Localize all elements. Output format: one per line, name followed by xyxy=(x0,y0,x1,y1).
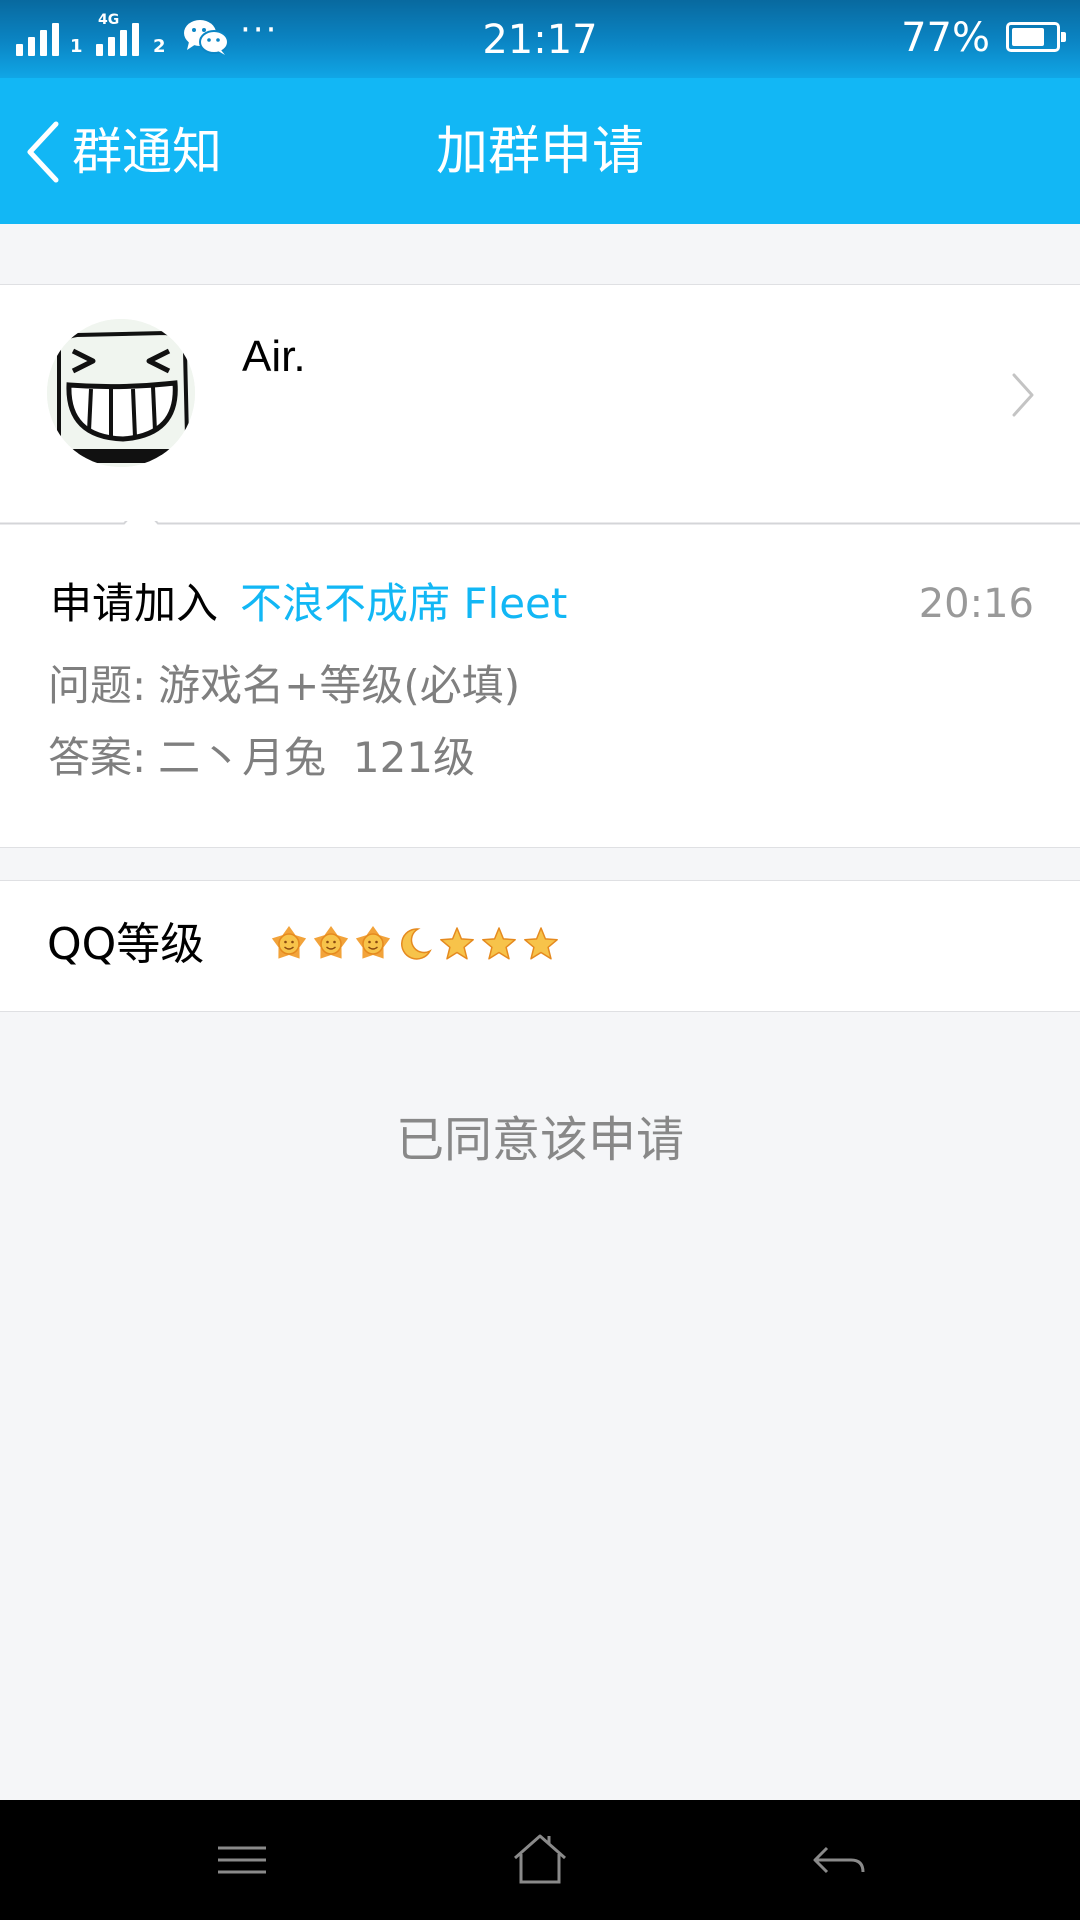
page-title: 加群申请 xyxy=(435,122,644,182)
moon-icon xyxy=(401,928,432,960)
star-icon xyxy=(440,927,474,960)
applicant-profile-row[interactable]: Air. xyxy=(0,284,1080,524)
request-details: 申请加入 不浪不成席 Fleet 20:16 问题: 游戏名+等级(必填) 答案: 二… xyxy=(0,524,1080,848)
qq-level-label: QQ等级 xyxy=(47,919,205,970)
chevron-right-icon xyxy=(1010,371,1036,423)
request-prefix: 申请加入 xyxy=(50,579,219,628)
question-label: 问题: xyxy=(48,661,147,710)
sun-icon xyxy=(313,926,349,959)
group-name-link[interactable]: 不浪不成席 Fleet xyxy=(240,579,567,628)
qq-level-row: QQ等级 xyxy=(0,880,1080,1012)
answer-text: 二丶月兔 121级 xyxy=(158,733,476,782)
grinning-face-avatar-icon xyxy=(47,319,195,467)
avatar[interactable] xyxy=(47,319,195,467)
answer-line: 答案: 二丶月兔 121级 xyxy=(48,730,475,786)
battery-level-fill xyxy=(1012,28,1044,46)
home-icon[interactable] xyxy=(505,1830,575,1890)
request-line: 申请加入 不浪不成席 Fleet xyxy=(50,576,567,632)
battery-icon xyxy=(1006,22,1066,52)
star-icon xyxy=(524,927,558,960)
qq-level-icons xyxy=(270,925,560,963)
star-icon xyxy=(482,927,516,960)
applicant-name: Air. xyxy=(242,332,306,381)
sun-icon xyxy=(271,926,307,959)
question-line: 问题: 游戏名+等级(必填) xyxy=(48,658,520,714)
bubble-pointer-divider xyxy=(0,521,1080,525)
back-icon[interactable] xyxy=(805,1830,875,1890)
menu-icon[interactable] xyxy=(208,1830,278,1890)
status-bar: 1 4G 2 ··· 21:17 77% xyxy=(0,0,1080,78)
request-status: 已同意该申请 xyxy=(395,1112,684,1168)
answer-label: 答案: xyxy=(48,733,147,782)
request-time: 20:16 xyxy=(918,581,1034,627)
title-bar: 群通知 加群申请 xyxy=(0,78,1080,224)
system-nav-bar xyxy=(0,1800,1080,1920)
battery-percent: 77% xyxy=(901,15,990,61)
question-text: 游戏名+等级(必填) xyxy=(158,661,521,710)
sun-icon xyxy=(355,926,391,959)
